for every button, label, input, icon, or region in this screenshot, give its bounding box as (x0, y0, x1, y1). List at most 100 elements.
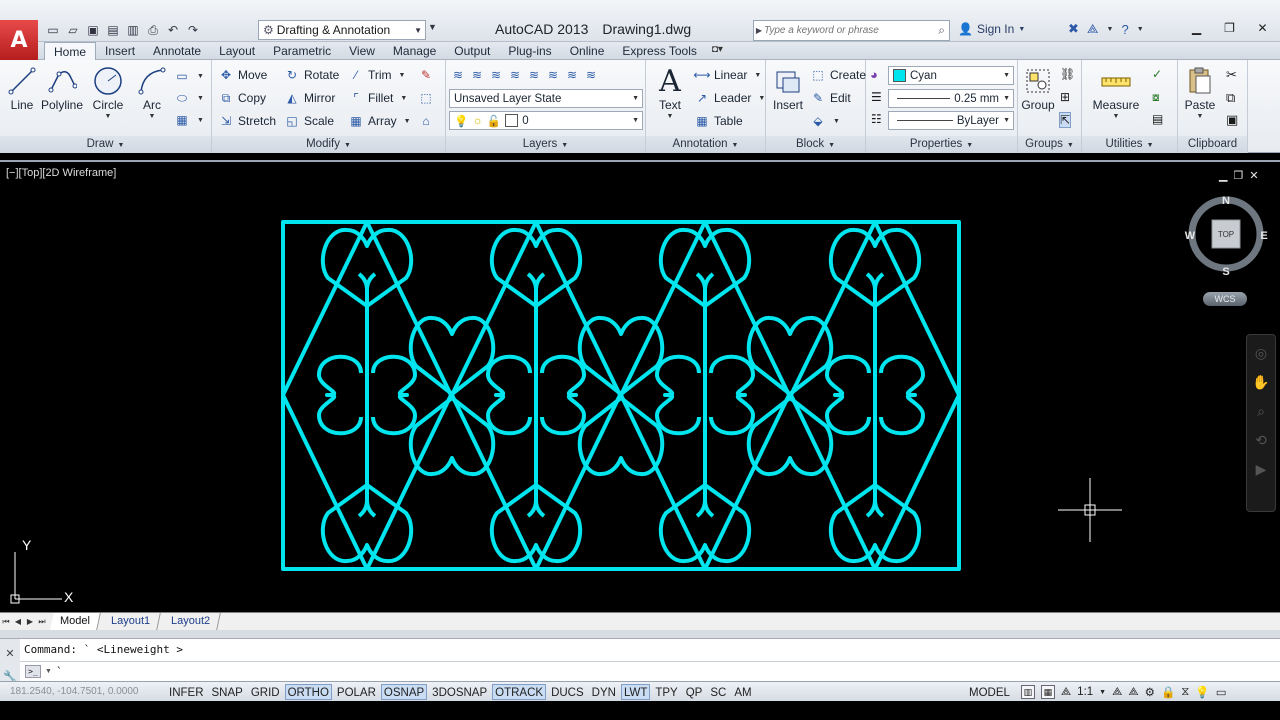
viewport-restore-icon[interactable]: ❐ (1233, 169, 1243, 182)
exchange-icon[interactable]: ✖ (1068, 21, 1079, 37)
junction-heart-top-2[interactable] (746, 316, 834, 396)
status-toggle-qp[interactable]: QP (683, 684, 706, 700)
drawing-canvas[interactable] (0, 162, 1280, 614)
side-heart-right-0[interactable] (371, 354, 417, 436)
copy-clip-icon[interactable]: ⧉ (1226, 90, 1235, 106)
offset-button[interactable]: ⌂ (418, 111, 434, 131)
status-toggle-tpy[interactable]: TPY (652, 684, 680, 700)
sprout-top-0[interactable] (357, 272, 377, 292)
annotation-panel-title[interactable]: Annotation ▼ (646, 136, 765, 153)
annotation-scale-icon[interactable]: ⟁ (1061, 686, 1071, 699)
status-toggle-am[interactable]: AM (731, 684, 754, 700)
viewport-close-icon[interactable]: ✕ (1249, 169, 1258, 182)
cut-icon[interactable]: ✂ (1226, 67, 1237, 83)
copy-button[interactable]: ⧉ Copy (218, 88, 266, 108)
layer-state-select[interactable]: Unsaved Layer State ▼ (449, 89, 643, 108)
side-heart-right-1[interactable] (540, 354, 586, 436)
first-tab-icon[interactable]: ⏮ (0, 617, 12, 627)
status-toggle-infer[interactable]: INFER (166, 684, 207, 700)
search-icon[interactable]: ⌕ (938, 23, 945, 38)
layer-select[interactable]: 💡 ☼ 🔓 0 ▼ (449, 111, 643, 130)
status-toggle-osnap[interactable]: OSNAP (380, 683, 428, 700)
chevron-down-icon[interactable]: ▼ (1137, 26, 1144, 33)
status-toggle-grid[interactable]: GRID (248, 684, 283, 700)
leader-button[interactable]: ↗ Leader ▼ (694, 88, 765, 108)
undo-icon[interactable]: ↶ (164, 21, 182, 39)
side-heart-right-2[interactable] (709, 354, 755, 436)
publish-icon[interactable]: ▥ (124, 21, 142, 39)
layer-freeze-icon[interactable]: ≋ (507, 67, 523, 83)
viewcube-top-face[interactable]: TOP (1218, 230, 1234, 239)
chevron-down-icon[interactable]: ▼ (45, 668, 52, 675)
last-tab-icon[interactable]: ⏭ (36, 617, 48, 627)
model-space-button[interactable]: MODEL (966, 684, 1013, 700)
scale-button[interactable]: ◱ Scale (284, 111, 334, 131)
clean-screen-icon[interactable]: ▭ (1216, 685, 1227, 699)
showmotion-icon[interactable]: ▶ (1256, 461, 1267, 478)
steering-wheel-icon[interactable]: ◎ (1255, 345, 1267, 362)
lattice-pattern[interactable] (281, 220, 961, 571)
sprout-bottom-1[interactable] (526, 498, 546, 518)
hatch-button[interactable]: ⬭ ▼ (174, 88, 204, 108)
command-prompt-icon[interactable]: >_ (25, 665, 41, 678)
viewport-minimize-icon[interactable]: ▁ (1219, 169, 1227, 182)
application-menu-button[interactable]: A (0, 20, 38, 60)
pan-icon[interactable]: ✋ (1252, 374, 1269, 391)
tab-view[interactable]: View (340, 42, 384, 60)
array-button[interactable]: ▦ Array ▼ (348, 111, 410, 131)
erase-button[interactable]: ✎ (418, 65, 434, 85)
side-heart-left-2[interactable] (655, 354, 701, 436)
sprout-top-3[interactable] (865, 272, 885, 292)
close-icon[interactable]: ✕ (5, 647, 14, 660)
clipboard-panel-title[interactable]: Clipboard (1178, 136, 1247, 153)
line-button[interactable]: Line (0, 64, 44, 112)
layer-isolate-icon[interactable]: ≋ (488, 67, 504, 83)
layer-properties-icon[interactable]: ≋ (450, 67, 466, 83)
status-toggle-ducs[interactable]: DUCS (548, 684, 587, 700)
tab-insert[interactable]: Insert (96, 42, 144, 60)
attribute-button[interactable]: ⬙ ▼ (810, 111, 840, 131)
chevron-right-icon[interactable]: ▶ (754, 26, 764, 35)
junction-heart-bottom-2[interactable] (746, 396, 834, 476)
layer-unisolate-icon[interactable]: ≋ (583, 67, 599, 83)
next-tab-icon[interactable]: ▶ (24, 617, 36, 626)
polyline-button[interactable]: Polyline (40, 64, 84, 112)
viewport-label[interactable]: [−][Top][2D Wireframe] (6, 167, 116, 179)
close-button[interactable]: ✕ (1246, 18, 1279, 38)
sign-in-button[interactable]: 👤 Sign In ▼ (958, 22, 1025, 36)
explode-button[interactable]: ⬚ (418, 88, 434, 108)
ribbon-minimize-icon[interactable]: ◘▾ (712, 42, 723, 59)
zoom-icon[interactable]: ⌕ (1257, 403, 1265, 420)
workspace-switch-icon[interactable]: ⚙ (1145, 685, 1155, 699)
match-icon[interactable]: ▣ (1226, 112, 1238, 128)
viewcube[interactable]: TOP N S E W (1184, 192, 1268, 276)
quick-view-drawings-icon[interactable]: ▦ (1040, 685, 1055, 699)
utilities-panel-title[interactable]: Utilities ▼ (1082, 136, 1177, 153)
isolate-objects-icon[interactable]: 💡 (1195, 685, 1209, 699)
layers-panel-title[interactable]: Layers ▼ (446, 136, 645, 153)
tab-output[interactable]: Output (445, 42, 499, 60)
side-heart-left-3[interactable] (825, 354, 871, 436)
block-panel-title[interactable]: Block ▼ (766, 136, 865, 153)
groups-panel-title[interactable]: Groups ▼ (1018, 136, 1081, 153)
hardware-acceleration-icon[interactable]: ⧖ (1181, 686, 1189, 699)
trim-button[interactable]: ⁄ Trim ▼ (348, 65, 406, 85)
status-toggle-snap[interactable]: SNAP (209, 684, 246, 700)
linetype-select[interactable]: ByLayer ▼ (888, 111, 1014, 130)
command-line-grip[interactable] (0, 630, 1280, 638)
measure-button[interactable]: Measure ▼ (1093, 64, 1139, 120)
create-block-button[interactable]: ⬚ Create (810, 65, 866, 85)
properties-panel-title[interactable]: Properties ▼ (866, 136, 1017, 153)
select-all-icon[interactable]: ⧇ (1152, 90, 1160, 105)
search-input[interactable] (764, 25, 914, 36)
help-icon[interactable]: ? (1121, 22, 1128, 37)
quick-select-icon[interactable]: ✓ (1152, 67, 1162, 81)
save-as-icon[interactable]: ▤ (104, 21, 122, 39)
table-button[interactable]: ▦ Table (694, 111, 742, 131)
tab-plug-ins[interactable]: Plug-ins (499, 42, 560, 60)
compass-south[interactable]: S (1222, 266, 1229, 276)
tab-layout2[interactable]: Layout2 (161, 613, 222, 630)
tab-annotate[interactable]: Annotate (144, 42, 210, 60)
chevron-down-icon[interactable]: ▼ (1099, 689, 1106, 696)
color-select[interactable]: Cyan ▼ (888, 66, 1014, 85)
